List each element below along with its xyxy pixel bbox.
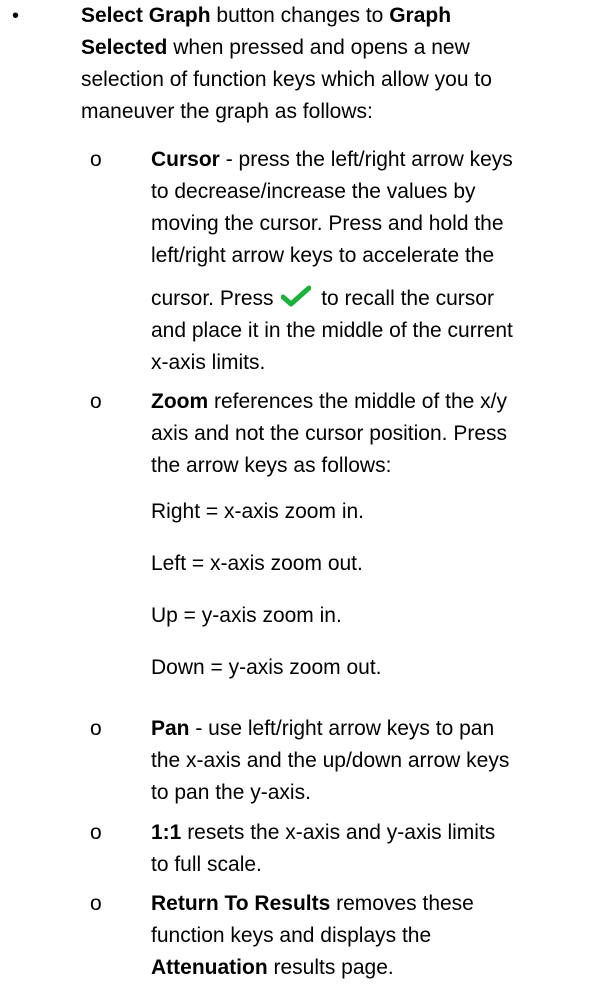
graph-term: Graph xyxy=(389,4,452,27)
one-to-one-term: 1:1 xyxy=(151,821,182,844)
return-results-line-1: Return To Results removes these xyxy=(151,888,611,920)
main-line-1: Select Graph button changes to Graph xyxy=(81,0,609,32)
one-to-one-paragraph: 1:1 resets the x-axis and y-axis limits … xyxy=(151,817,611,881)
select-graph-term: Select Graph xyxy=(81,4,211,27)
cursor-line-6: and place it in the middle of the curren… xyxy=(151,319,513,342)
zoom-line-1: Zoom references the middle of the x/y xyxy=(151,386,611,418)
cursor-line-5: cursor. Press to recall the cursor xyxy=(151,283,611,315)
pan-text-1: - use left/right arrow keys to pan xyxy=(189,717,495,740)
cursor-text-1: - press the left/right arrow keys xyxy=(219,148,513,171)
main-text-1: button changes to xyxy=(210,4,390,27)
sub-bullet-marker: o xyxy=(90,821,102,844)
one-to-one-line-2: to full scale. xyxy=(151,853,262,876)
check-icon xyxy=(281,285,312,307)
sub-bullet-marker: o xyxy=(90,892,102,915)
zoom-up-line: Up = y-axis zoom in. xyxy=(151,604,342,627)
main-line-2: Selected when pressed and opens a new xyxy=(81,32,609,64)
cursor-term: Cursor xyxy=(151,148,220,171)
zoom-line-2: axis and not the cursor position. Press xyxy=(151,422,508,445)
main-line-4: maneuver the graph as follows: xyxy=(81,100,373,123)
document-page: • Select Graph button changes to Graph S… xyxy=(0,0,613,979)
zoom-paragraph: Zoom references the middle of the x/y ax… xyxy=(151,386,611,482)
attenuation-term: Attenuation xyxy=(151,956,268,979)
return-results-paragraph: Return To Results removes these function… xyxy=(151,888,611,984)
return-results-text-1: removes these xyxy=(330,892,474,915)
main-text-2: when pressed and opens a new xyxy=(167,36,470,59)
pan-line-1: Pan - use left/right arrow keys to pan xyxy=(151,713,611,745)
zoom-line-3: the arrow keys as follows: xyxy=(151,454,392,477)
cursor-paragraph: Cursor - press the left/right arrow keys… xyxy=(151,144,611,379)
cursor-text-5a: cursor. Press xyxy=(151,287,280,310)
cursor-line-3: moving the cursor. Press and hold the xyxy=(151,212,504,235)
cursor-line-4: left/right arrow keys to accelerate the xyxy=(151,244,495,267)
return-results-line-2: function keys and displays the xyxy=(151,924,432,947)
cursor-line-2: to decrease/increase the values by xyxy=(151,180,476,203)
sub-bullet-marker: o xyxy=(90,717,102,740)
pan-paragraph: Pan - use left/right arrow keys to pan t… xyxy=(151,713,611,809)
zoom-down-line: Down = y-axis zoom out. xyxy=(151,656,382,679)
selected-term: Selected xyxy=(81,36,168,59)
zoom-text-1: references the middle of the x/y xyxy=(208,390,507,413)
return-results-line-3: Attenuation results page. xyxy=(151,952,611,984)
one-to-one-text-1: resets the x-axis and y-axis limits xyxy=(181,821,496,844)
pan-term: Pan xyxy=(151,717,190,740)
select-graph-paragraph: Select Graph button changes to Graph Sel… xyxy=(81,0,609,128)
bullet-dot: • xyxy=(12,5,20,27)
sub-bullet-marker: o xyxy=(90,390,102,413)
one-to-one-line-1: 1:1 resets the x-axis and y-axis limits xyxy=(151,817,611,849)
cursor-text-5b: to recall the cursor xyxy=(315,287,494,310)
zoom-left-line: Left = x-axis zoom out. xyxy=(151,552,363,575)
sub-bullet-marker: o xyxy=(90,148,102,171)
return-results-term: Return To Results xyxy=(151,892,331,915)
return-results-text-3: results page. xyxy=(267,956,394,979)
zoom-right-line: Right = x-axis zoom in. xyxy=(151,500,364,523)
cursor-line-7: x-axis limits. xyxy=(151,351,266,374)
zoom-term: Zoom xyxy=(151,390,209,413)
cursor-line-1: Cursor - press the left/right arrow keys xyxy=(151,144,611,176)
main-line-3: selection of function keys which allow y… xyxy=(81,68,492,91)
pan-line-2: the x-axis and the up/down arrow keys xyxy=(151,749,510,772)
pan-line-3: to pan the y-axis. xyxy=(151,781,311,804)
